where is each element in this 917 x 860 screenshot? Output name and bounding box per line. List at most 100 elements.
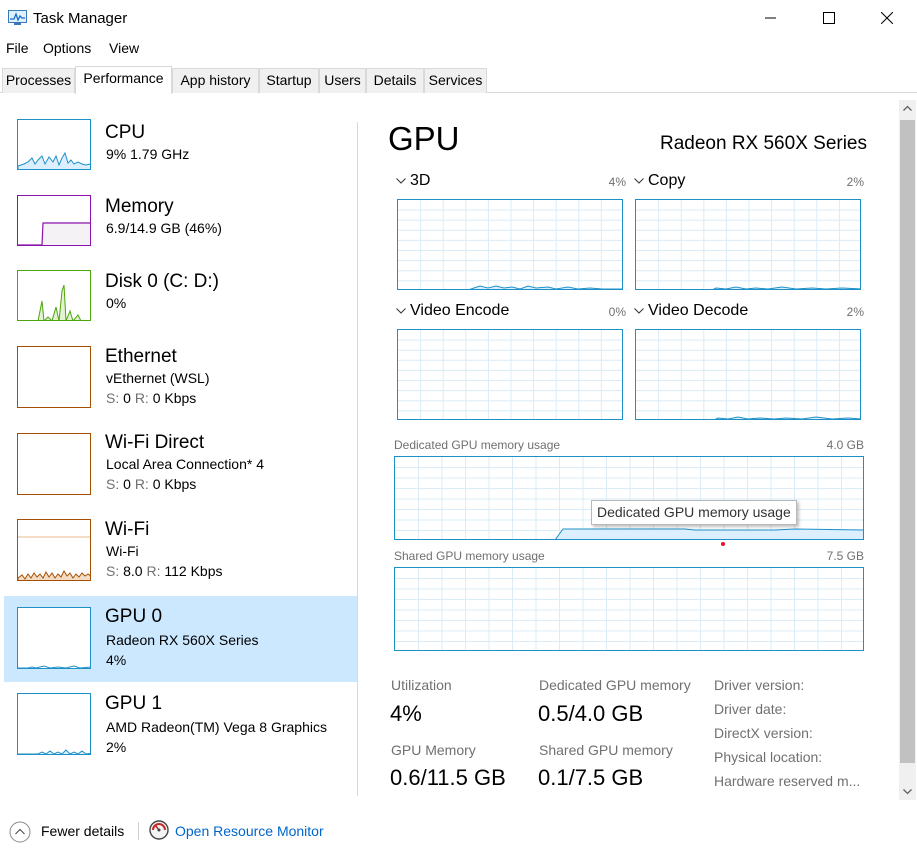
ethernet-title: Ethernet	[105, 346, 177, 367]
engine-video-decode-percent: 2%	[846, 305, 864, 319]
dedicated-memory-graph	[394, 456, 864, 540]
page-title: GPU	[388, 120, 460, 157]
maximize-button[interactable]	[800, 0, 858, 36]
tab-details[interactable]: Details	[366, 68, 424, 93]
engine-video-decode-graph	[635, 329, 861, 420]
task-manager-icon	[8, 10, 27, 25]
dedicated-memory-value: 0.5/4.0 GB	[538, 701, 644, 726]
engine-3d-graph	[397, 199, 623, 290]
wifi-adapter: Wi-Fi	[106, 543, 139, 559]
footer: Fewer details Open Resource Monitor	[0, 812, 917, 852]
menu-file[interactable]: File	[6, 40, 29, 56]
close-button[interactable]	[858, 0, 916, 36]
graph-tooltip: Dedicated GPU memory usage	[591, 500, 797, 525]
tab-services[interactable]: Services	[424, 68, 487, 93]
fewer-details-button[interactable]	[9, 821, 31, 843]
minimize-button[interactable]	[742, 0, 800, 36]
wifi-title: Wi-Fi	[105, 519, 150, 540]
title-bar: Task Manager	[0, 0, 917, 36]
chevron-down-icon	[634, 177, 644, 184]
driver-date-label: Driver date:	[714, 701, 787, 717]
cursor-marker	[721, 542, 725, 546]
resource-list: CPU 9% 1.79 GHz Memory 6.9/14.9 GB (46%)…	[0, 93, 358, 796]
utilization-value: 4%	[390, 701, 422, 726]
tab-performance[interactable]: Performance	[75, 66, 172, 94]
wifi-direct-adapter: Local Area Connection* 4	[106, 456, 264, 472]
footer-divider	[138, 822, 139, 840]
scroll-up-button[interactable]	[899, 100, 916, 117]
dedicated-memory-graph-label: Dedicated GPU memory usage	[394, 438, 561, 452]
directx-version-label: DirectX version:	[714, 725, 813, 741]
memory-usage: 6.9/14.9 GB (46%)	[106, 220, 222, 236]
chevron-up-circle-icon	[9, 821, 31, 843]
shared-memory-graph	[394, 567, 864, 651]
gpu0-model: Radeon RX 560X Series	[106, 632, 259, 648]
gpu-memory-label: GPU Memory	[391, 742, 476, 758]
disk-usage: 0%	[106, 295, 127, 311]
wifi-direct-thumbnail-graph	[17, 433, 91, 495]
shared-memory-graph-label: Shared GPU memory usage	[394, 549, 545, 563]
gpu0-title: GPU 0	[105, 606, 163, 627]
memory-thumbnail-graph	[17, 195, 91, 246]
sidebar-item-ethernet[interactable]: Ethernet vEthernet (WSL) S: 0 R: 0 Kbps	[4, 340, 357, 420]
engine-selector-video-encode[interactable]: Video Encode	[396, 302, 509, 320]
engine-3d-percent: 4%	[608, 175, 626, 189]
engine-selector-copy[interactable]: Copy	[634, 172, 685, 190]
engine-copy-graph	[635, 199, 861, 290]
wifi-throughput: S: 8.0 R: 112 Kbps	[106, 563, 223, 579]
tab-bar: Processes Performance App history Startu…	[0, 66, 917, 94]
sidebar-item-gpu-1[interactable]: GPU 1 AMD Radeon(TM) Vega 8 Graphics 2%	[4, 685, 357, 765]
disk-thumbnail-graph	[17, 270, 91, 321]
scroll-thumb[interactable]	[900, 120, 915, 763]
sidebar-item-wifi[interactable]: Wi-Fi Wi-Fi S: 8.0 R: 112 Kbps	[4, 513, 357, 593]
chevron-down-icon	[396, 177, 406, 184]
engine-selector-3d[interactable]: 3D	[396, 172, 430, 190]
utilization-label: Utilization	[391, 677, 452, 693]
tab-users[interactable]: Users	[319, 68, 366, 93]
disk-title: Disk 0 (C: D:)	[105, 271, 219, 292]
chevron-down-icon	[634, 307, 644, 314]
maximize-icon	[823, 12, 835, 24]
engine-selector-video-decode[interactable]: Video Decode	[634, 302, 748, 320]
minimize-icon	[765, 17, 776, 19]
dedicated-memory-label: Dedicated GPU memory	[539, 677, 691, 693]
engine-copy-percent: 2%	[846, 175, 864, 189]
sidebar-item-memory[interactable]: Memory 6.9/14.9 GB (46%)	[4, 187, 357, 257]
ethernet-throughput: S: 0 R: 0 Kbps	[106, 390, 197, 406]
sidebar-item-wifi-direct[interactable]: Wi-Fi Direct Local Area Connection* 4 S:…	[4, 426, 357, 506]
cpu-title: CPU	[105, 122, 146, 143]
menu-options[interactable]: Options	[43, 40, 91, 56]
ethernet-adapter: vEthernet (WSL)	[106, 370, 210, 386]
open-resource-monitor-link[interactable]: Open Resource Monitor	[175, 823, 324, 839]
memory-title: Memory	[105, 196, 174, 217]
resource-monitor-icon	[149, 820, 169, 840]
shared-memory-label: Shared GPU memory	[539, 742, 673, 758]
tab-app-history[interactable]: App history	[172, 68, 259, 93]
ethernet-thumbnail-graph	[17, 346, 91, 408]
tab-startup[interactable]: Startup	[259, 68, 319, 93]
cpu-usage: 9% 1.79 GHz	[106, 146, 190, 162]
gpu0-thumbnail-graph	[17, 607, 91, 669]
wifi-direct-throughput: S: 0 R: 0 Kbps	[106, 476, 197, 492]
sidebar-divider	[357, 122, 358, 796]
fewer-details-link[interactable]: Fewer details	[41, 823, 124, 839]
gpu1-usage: 2%	[106, 739, 127, 755]
sidebar-item-cpu[interactable]: CPU 9% 1.79 GHz	[4, 113, 357, 183]
menu-view[interactable]: View	[109, 40, 139, 56]
vertical-scrollbar[interactable]	[899, 100, 916, 800]
sidebar-item-disk[interactable]: Disk 0 (C: D:) 0%	[4, 263, 357, 333]
engine-video-encode-percent: 0%	[608, 305, 626, 319]
tab-processes[interactable]: Processes	[2, 68, 75, 93]
hardware-reserved-label: Hardware reserved m...	[714, 773, 861, 789]
shared-memory-value: 0.1/7.5 GB	[538, 765, 644, 790]
cpu-thumbnail-graph	[17, 119, 91, 170]
driver-version-label: Driver version:	[714, 677, 805, 693]
gpu1-model: AMD Radeon(TM) Vega 8 Graphics	[106, 719, 327, 735]
wifi-thumbnail-graph	[17, 519, 91, 581]
chevron-down-icon	[903, 789, 912, 795]
gpu1-title: GPU 1	[105, 693, 163, 714]
gpu-model-name: Radeon RX 560X Series	[659, 133, 867, 154]
dedicated-memory-graph-max: 4.0 GB	[826, 438, 864, 452]
scroll-down-button[interactable]	[899, 783, 916, 800]
sidebar-item-gpu-0[interactable]: GPU 0 Radeon RX 560X Series 4%	[4, 596, 357, 682]
